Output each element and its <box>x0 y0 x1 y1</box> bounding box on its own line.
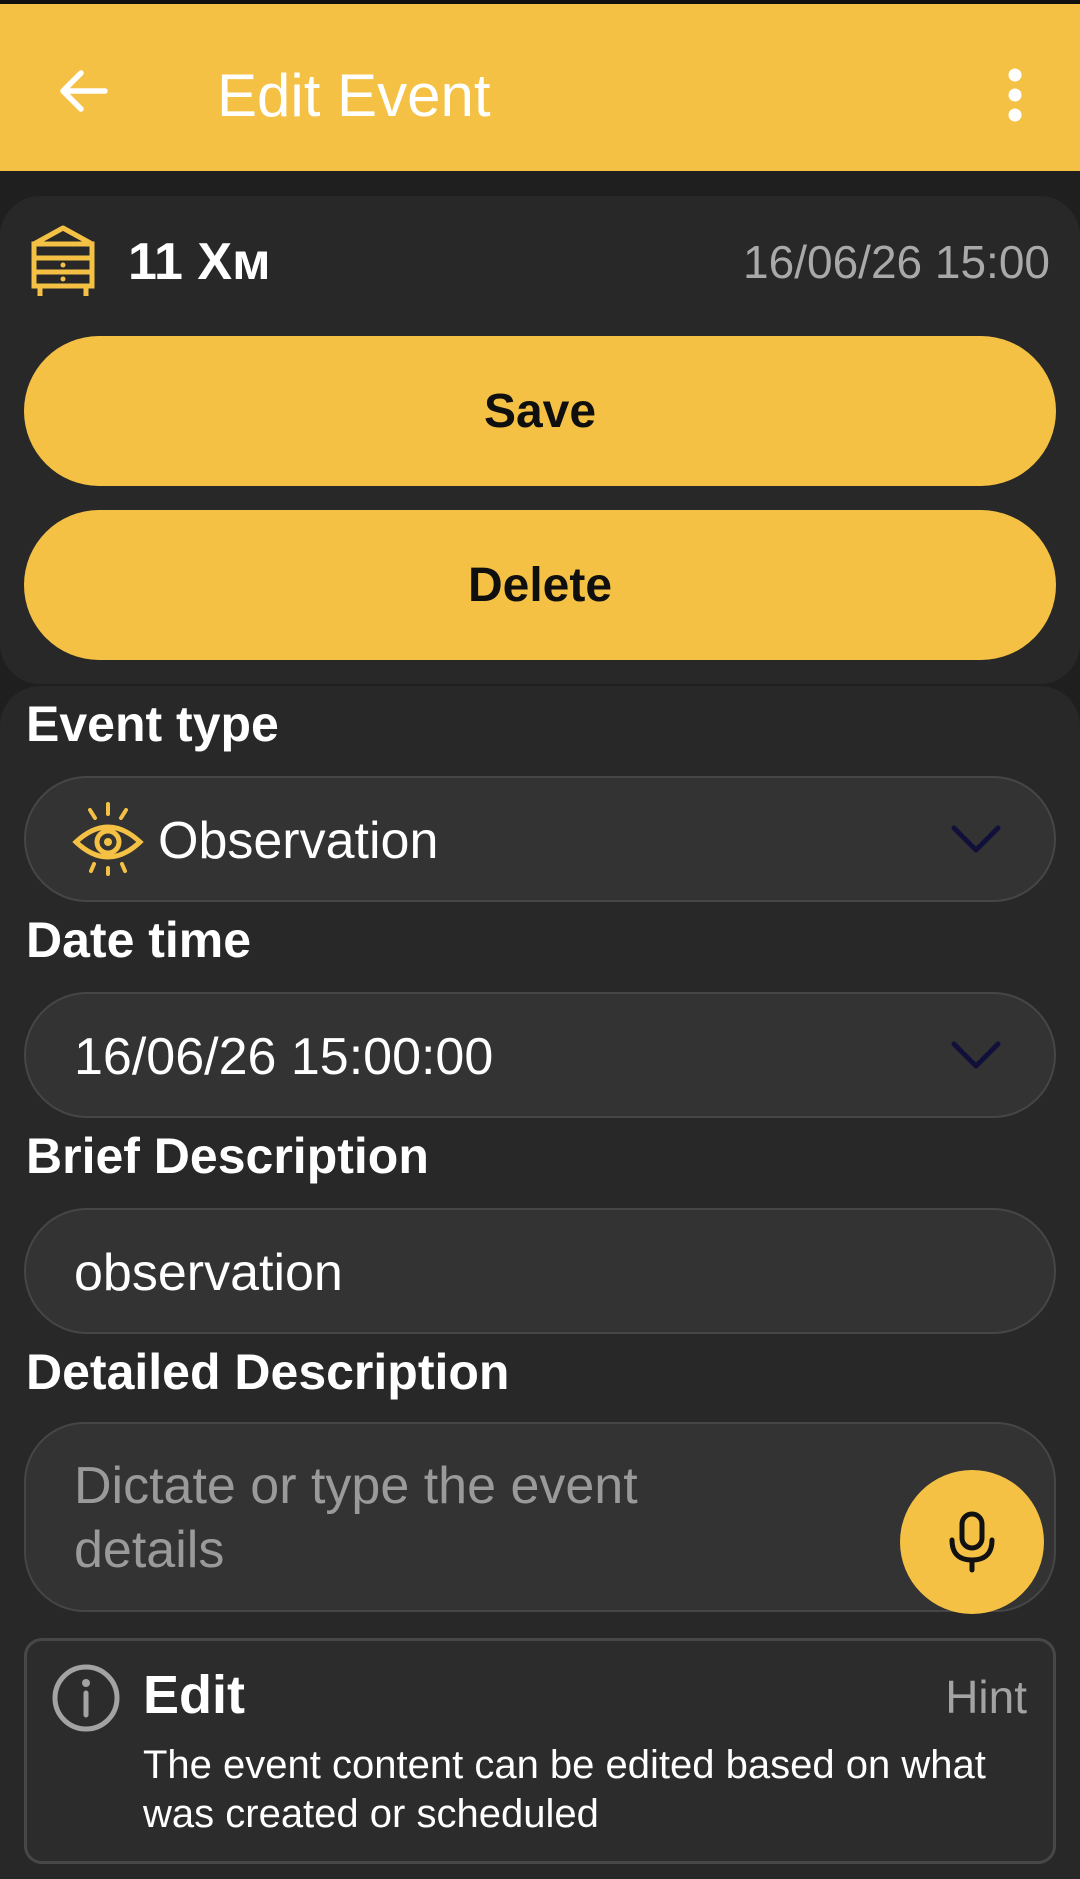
chevron-down-icon <box>951 825 1001 853</box>
detailed-description-placeholder: Dictate or type the event details <box>74 1457 638 1579</box>
hint-box: Edit Hint The event content can be edite… <box>24 1638 1056 1864</box>
brief-description-label: Brief Description <box>26 1128 429 1184</box>
event-type-value: Observation <box>158 812 439 870</box>
hint-tag: Hint <box>945 1671 1027 1723</box>
more-vert-icon <box>1008 68 1022 122</box>
chevron-down-icon <box>951 1041 1001 1069</box>
brief-description-value: observation <box>74 1244 343 1302</box>
detailed-description-label: Detailed Description <box>26 1344 510 1400</box>
dictate-button[interactable] <box>900 1470 1044 1614</box>
eye-icon <box>72 802 144 876</box>
delete-button[interactable]: Delete <box>24 510 1056 660</box>
microphone-icon <box>949 1511 995 1573</box>
info-icon <box>52 1664 120 1732</box>
save-button[interactable]: Save <box>24 336 1056 486</box>
arrow-left-icon <box>60 70 108 112</box>
back-button[interactable] <box>48 56 118 126</box>
beehive-icon <box>31 225 95 296</box>
event-type-label: Event type <box>26 696 279 752</box>
event-type-select[interactable]: Observation <box>24 776 1056 902</box>
app-bar: Edit Event <box>0 0 1080 171</box>
hint-text: The event content can be edited based on… <box>143 1743 986 1836</box>
date-time-picker[interactable]: 16/06/26 15:00:00 <box>24 992 1056 1118</box>
overflow-menu-button[interactable] <box>990 60 1040 130</box>
hive-datetime: 16/06/26 15:00 <box>743 236 1050 288</box>
hive-name: 11 Хм <box>128 233 271 291</box>
date-time-value: 16/06/26 15:00:00 <box>74 1028 494 1086</box>
page-title: Edit Event <box>217 62 491 129</box>
date-time-label: Date time <box>26 912 252 968</box>
detailed-description-input[interactable]: Dictate or type the event details <box>24 1422 1056 1612</box>
brief-description-input[interactable]: observation <box>24 1208 1056 1334</box>
hint-title: Edit <box>143 1665 245 1725</box>
